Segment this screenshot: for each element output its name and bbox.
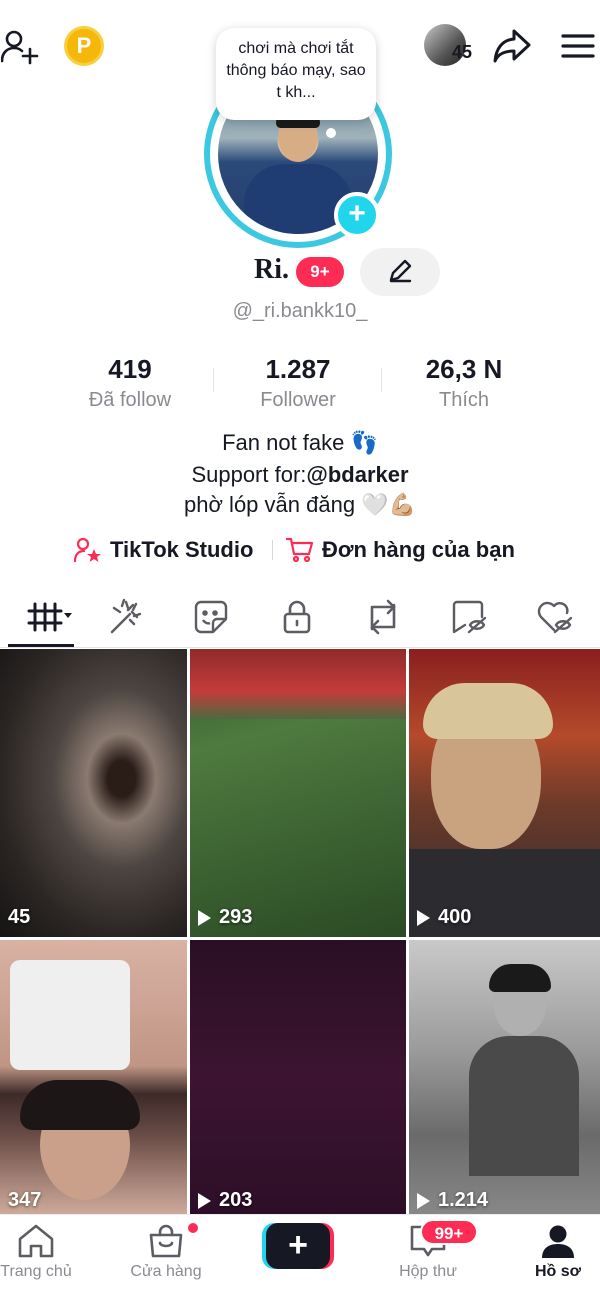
- link-divider: [272, 540, 273, 560]
- repost-icon: [370, 599, 396, 635]
- sticker-icon: [194, 600, 228, 634]
- create-button[interactable]: +: [262, 1223, 334, 1269]
- video-thumbnail[interactable]: 203: [190, 940, 406, 1215]
- stat-value: 1.287: [265, 354, 331, 384]
- video-view-count: 400: [417, 906, 471, 929]
- play-icon: [417, 909, 430, 926]
- video-view-count: 347: [8, 1189, 41, 1212]
- username: @_ri.bankk10_: [232, 300, 368, 322]
- nav-shop-label: Cửa hàng: [130, 1263, 202, 1280]
- active-tab-indicator: [8, 644, 74, 647]
- menu-icon[interactable]: [558, 24, 598, 68]
- video-grid: 45 293 400 347 203 1.214: [0, 649, 600, 1215]
- video-view-count: 293: [198, 906, 252, 929]
- share-icon[interactable]: [490, 24, 534, 68]
- video-view-count: 45: [8, 906, 30, 929]
- bio-mention-link[interactable]: @bdarker: [306, 462, 408, 487]
- play-icon: [417, 1192, 430, 1209]
- grid-icon: [27, 602, 72, 632]
- video-thumbnail[interactable]: 1.214: [409, 940, 600, 1215]
- cart-icon: [286, 537, 314, 563]
- stat-label: Đã follow: [88, 389, 172, 411]
- home-icon: [18, 1224, 54, 1258]
- magic-wand-icon: [110, 598, 142, 634]
- bottom-nav: Trang chủ Cửa hàng + Hộp thư 99+ Hồ sơ: [0, 1214, 600, 1300]
- view-count-text: 347: [8, 1189, 42, 1211]
- nav-profile-label: Hồ sơ: [534, 1263, 582, 1280]
- video-view-count: 203: [198, 1189, 252, 1212]
- plus-icon: +: [266, 1223, 330, 1269]
- note-bubble-tail: [326, 128, 336, 138]
- tab-videos[interactable]: [0, 586, 86, 648]
- video-thumbnail[interactable]: 45: [0, 649, 187, 937]
- view-count-text: 203: [219, 1189, 253, 1211]
- video-thumbnail[interactable]: 400: [409, 649, 600, 937]
- story-count: 45: [452, 42, 473, 62]
- stat-value: 419: [108, 354, 152, 384]
- shop-notification-dot: [186, 1221, 200, 1235]
- orders-label: Đơn hàng của bạn: [322, 537, 515, 562]
- inbox-badge: 99+: [420, 1219, 478, 1245]
- coin-icon[interactable]: P: [64, 26, 104, 66]
- tab-effects[interactable]: [82, 586, 168, 648]
- bookmark-hidden-icon: [452, 600, 487, 634]
- bio-line-3: phờ lóp vẫn đăng 🤍💪🏼: [184, 492, 416, 517]
- add-story-button[interactable]: +: [334, 192, 380, 238]
- video-thumbnail[interactable]: 347: [0, 940, 187, 1215]
- nav-home[interactable]: Trang chủ: [0, 1223, 86, 1295]
- play-icon: [198, 1192, 211, 1209]
- stat-value: 26,3 N: [425, 354, 503, 384]
- nav-inbox-label: Hộp thư: [399, 1263, 457, 1280]
- video-thumbnail[interactable]: 293: [190, 649, 406, 937]
- bio-line-2: Support for:@bdarker: [0, 462, 600, 488]
- heart-hidden-icon: [537, 601, 573, 634]
- add-friend-icon[interactable]: [0, 26, 40, 66]
- lock-icon: [283, 600, 311, 634]
- view-count-text: 45: [8, 906, 31, 928]
- stat-followers[interactable]: 1.287 Follower: [218, 354, 378, 412]
- pencil-icon: [389, 259, 412, 283]
- stat-following[interactable]: 419 Đã follow: [50, 354, 210, 412]
- studio-label: TikTok Studio: [110, 537, 254, 562]
- orders-link[interactable]: Đơn hàng của bạn: [286, 534, 515, 566]
- studio-icon: [74, 537, 101, 563]
- note-bubble[interactable]: chơi mà chơi tắt thông báo mạy, sao t kh…: [216, 28, 376, 120]
- tiktok-studio-link[interactable]: TikTok Studio: [74, 534, 253, 566]
- stat-label: Follower: [260, 389, 336, 411]
- tab-liked[interactable]: [512, 586, 598, 648]
- bio-text: Support for:: [191, 462, 307, 487]
- stat-likes[interactable]: 26,3 N Thích: [384, 354, 544, 412]
- nav-home-label: Trang chủ: [0, 1263, 72, 1280]
- tab-reposts[interactable]: [340, 586, 426, 648]
- view-count-text: 400: [438, 906, 472, 928]
- content-tabs: [0, 586, 600, 648]
- stat-label: Thích: [438, 389, 490, 411]
- edit-profile-button[interactable]: [360, 248, 440, 296]
- tab-favorites[interactable]: [426, 586, 512, 648]
- video-view-count: 1.214: [417, 1189, 488, 1212]
- shopping-bag-icon: [149, 1224, 183, 1258]
- stat-divider: [213, 368, 214, 392]
- profile-icon: [542, 1225, 574, 1258]
- tab-private[interactable]: [254, 586, 340, 648]
- nav-shop[interactable]: Cửa hàng: [116, 1223, 216, 1295]
- nav-profile[interactable]: Hồ sơ: [508, 1223, 600, 1295]
- view-count-text: 1.214: [438, 1189, 489, 1211]
- profile-name: Ri.: [254, 254, 289, 285]
- coin-letter: P: [76, 33, 92, 58]
- tab-stickers[interactable]: [168, 586, 254, 648]
- name-badge[interactable]: 9+: [296, 257, 344, 287]
- stat-divider: [381, 368, 382, 392]
- play-icon: [198, 909, 211, 926]
- view-count-text: 293: [219, 906, 253, 928]
- bio-line-1: Fan not fake 👣: [222, 430, 378, 455]
